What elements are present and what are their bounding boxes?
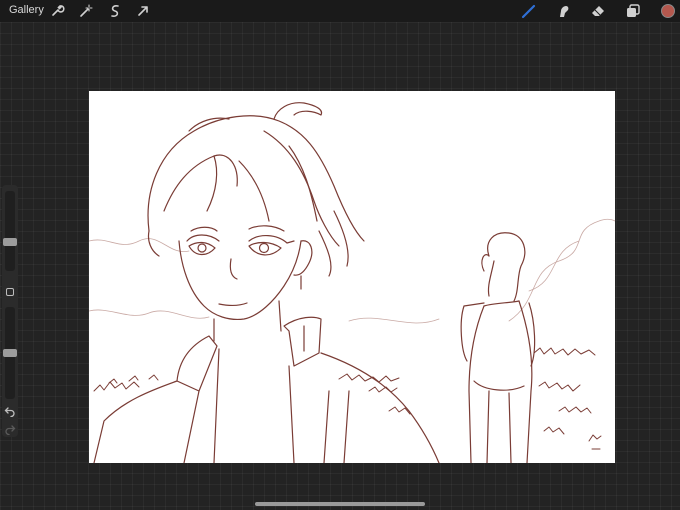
current-color-swatch[interactable] xyxy=(661,4,675,18)
brush-size-thumb[interactable] xyxy=(3,237,17,246)
redo-icon[interactable] xyxy=(4,422,16,436)
brush-opacity-thumb[interactable] xyxy=(3,349,17,357)
wrench-icon[interactable] xyxy=(49,3,65,19)
home-indicator[interactable] xyxy=(255,502,425,506)
brush-size-slider[interactable] xyxy=(3,191,17,271)
brush-icon[interactable] xyxy=(521,3,537,19)
top-toolbar: Gallery xyxy=(0,0,680,22)
modify-button[interactable] xyxy=(6,288,14,296)
brush-opacity-slider[interactable] xyxy=(3,307,17,399)
drawing-canvas[interactable] xyxy=(89,91,615,463)
magic-wand-icon[interactable] xyxy=(78,3,94,19)
gallery-button[interactable]: Gallery xyxy=(9,4,44,16)
undo-icon[interactable] xyxy=(4,404,16,418)
sketch-artwork xyxy=(89,102,615,463)
eraser-icon[interactable] xyxy=(590,3,606,19)
smudge-icon[interactable] xyxy=(556,3,572,19)
left-sidebar xyxy=(2,185,18,437)
selection-icon[interactable] xyxy=(107,3,123,19)
layers-icon[interactable] xyxy=(625,3,641,19)
transform-icon[interactable] xyxy=(135,3,151,19)
